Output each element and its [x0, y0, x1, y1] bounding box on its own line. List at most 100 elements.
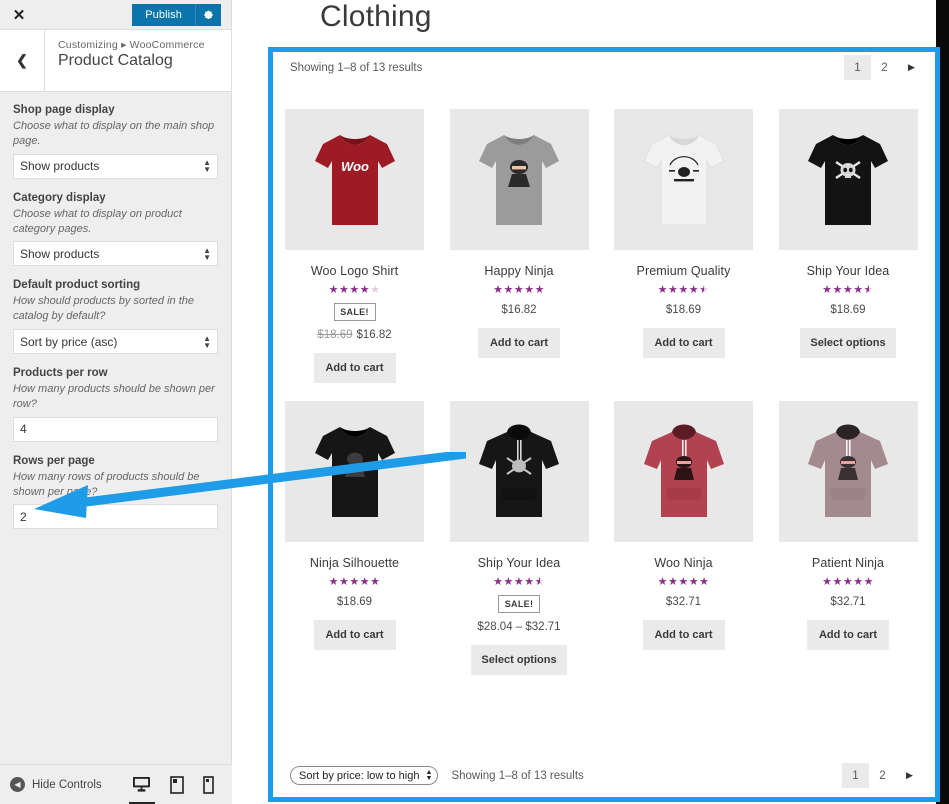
product-image-gray-tshirt-ninja[interactable] [449, 109, 589, 250]
panel-title-group: Customizing ▸ WooCommerce Product Catalo… [45, 30, 205, 91]
product-price: $28.04 – $32.71 [450, 621, 589, 633]
star-filled: ★ [688, 576, 700, 588]
old-price: $18.69 [317, 329, 353, 341]
desktop-glyph [133, 776, 150, 792]
publish-button[interactable]: Publish [132, 3, 195, 26]
product-card[interactable]: Happy Ninja ★★★★★ $16.82 Add to cart [449, 99, 589, 383]
star-filled: ★ [853, 576, 864, 588]
product-card[interactable]: Premium Quality ★★★★★ $18.69 Add to cart [614, 99, 753, 383]
control-shop-page-display: Shop page display Choose what to display… [13, 104, 218, 179]
product-card[interactable]: Ship Your Idea ★★★★★ $18.69 Select optio… [778, 99, 918, 383]
white-tshirt-glyph [642, 133, 725, 225]
sort-by-select[interactable]: Sort by price: low to high ▲ ▼ [290, 766, 439, 785]
hide-controls-button[interactable]: ◀ Hide Controls [10, 777, 102, 792]
chevron-left-icon[interactable]: ❮ [0, 30, 45, 91]
star-filled: ★ [822, 284, 833, 296]
star-filled: ★ [699, 576, 710, 588]
star-filled: ★ [832, 576, 843, 588]
add-to-cart-button[interactable]: Add to cart [807, 620, 889, 650]
black-tshirt-glyph [808, 134, 888, 225]
product-card[interactable]: Patient Ninja ★★★★★ $32.71 Add to cart [778, 391, 918, 675]
star-filled: ★ [678, 284, 689, 296]
product-image-white-tshirt-woothemes[interactable] [614, 109, 753, 250]
control-category-display: Category display Choose what to display … [13, 192, 218, 267]
current-price: $28.04 – $32.71 [477, 621, 561, 633]
rating-stars: ★★★★★ [614, 576, 753, 588]
panel-header: ❮ Customizing ▸ WooCommerce Product Cata… [0, 30, 231, 92]
close-icon[interactable]: ✕ [0, 0, 38, 29]
product-name: Happy Ninja [484, 264, 554, 278]
star-filled: ★ [863, 576, 874, 588]
current-price: $32.71 [665, 596, 702, 608]
star-filled: ★ [524, 284, 535, 296]
control-default-product-sorting: Default product sorting How should produ… [13, 279, 218, 355]
device-preview-group [132, 775, 224, 794]
add-to-cart-button[interactable]: Add to cart [313, 353, 396, 383]
star-filled: ★ [667, 576, 679, 588]
desktop-icon[interactable] [132, 776, 151, 793]
rating-stars: ★★★★★ [614, 284, 753, 296]
product-image-red-tshirt-woo-logo[interactable]: Woo [285, 109, 424, 250]
mobile-icon[interactable] [203, 775, 214, 794]
products-per-row-input[interactable] [13, 416, 218, 442]
page-2-button[interactable]: 2 [871, 55, 898, 80]
add-to-cart-button[interactable]: Add to cart [313, 620, 396, 650]
star-half: ★ [863, 284, 874, 296]
product-card[interactable]: Ship Your Idea ★★★★★ SALE! $28.04 – $32.… [449, 391, 589, 675]
page-1-button[interactable]: 1 [844, 55, 871, 80]
next-arrow-icon[interactable]: ▶ [898, 55, 925, 80]
current-price: $32.71 [830, 596, 866, 608]
current-price: $18.69 [830, 304, 866, 316]
star-filled: ★ [370, 576, 381, 588]
star-filled: ★ [534, 284, 545, 296]
add-to-cart-button[interactable]: Add to cart [642, 620, 725, 650]
control-description: Choose what to display on product catego… [13, 207, 182, 235]
product-image-black-tshirt-skull[interactable] [778, 109, 918, 250]
category-display-select[interactable]: Show products ▲ ▼ [13, 241, 218, 267]
control-label: Products per row [13, 367, 108, 380]
product-image-mauve-hoodie-ninja[interactable] [778, 401, 918, 542]
shop-page-display-select[interactable]: Show products ▲ ▼ [13, 153, 218, 179]
star-filled: ★ [853, 284, 864, 296]
star-filled: ★ [842, 284, 854, 296]
product-image-red-hoodie-ninja[interactable] [614, 401, 753, 542]
star-half: ★ [699, 284, 710, 296]
star-filled: ★ [513, 284, 525, 296]
current-price: $18.69 [665, 304, 702, 316]
product-card[interactable]: Woo Woo Logo Shirt ★★★★★ SALE! $18.69 $16… [285, 99, 424, 383]
add-to-cart-button[interactable]: Add to cart [478, 328, 560, 358]
product-price: $18.69 [614, 304, 753, 316]
next-arrow-icon[interactable]: ▶ [896, 763, 923, 788]
star-filled: ★ [493, 576, 504, 588]
current-price: $16.82 [501, 304, 537, 316]
product-image-black-tshirt-ninja[interactable] [285, 401, 424, 542]
default-product-sorting-select[interactable]: Sort by price (asc) ▲ ▼ [13, 329, 218, 355]
rating-stars: ★★★★★ [450, 284, 589, 296]
select-options-button[interactable]: Select options [471, 645, 567, 675]
page-1-button[interactable]: 1 [842, 763, 869, 788]
red-tshirt-glyph: Woo [314, 134, 395, 225]
star-filled: ★ [688, 284, 700, 296]
rows-per-page-input[interactable] [13, 504, 218, 530]
control-description: How many products should be shown per ro… [13, 383, 215, 410]
control-description: Choose what to display on the main shop … [13, 120, 215, 147]
product-card[interactable]: Ninja Silhouette ★★★★★ $18.69 Add to car… [285, 391, 424, 675]
product-card[interactable]: Woo Ninja ★★★★★ $32.71 Add to cart [614, 391, 753, 675]
page-2-button[interactable]: 2 [869, 763, 896, 788]
star-filled: ★ [503, 576, 514, 588]
product-image-black-hoodie-skull[interactable] [449, 401, 589, 542]
gear-glyph [204, 10, 213, 19]
add-to-cart-button[interactable]: Add to cart [642, 328, 725, 358]
tablet-glyph [170, 775, 184, 794]
gear-icon[interactable] [195, 3, 221, 26]
star-filled: ★ [513, 576, 525, 588]
breadcrumb: Customizing ▸ WooCommerce [58, 39, 205, 51]
star-filled: ★ [338, 284, 350, 296]
product-price: $18.69 [285, 596, 424, 608]
star-filled: ★ [667, 284, 679, 296]
control-label: Category display [13, 191, 106, 204]
results-count-top: Showing 1–8 of 13 results [290, 62, 423, 74]
ninja-graphic [838, 455, 858, 480]
select-options-button[interactable]: Select options [800, 328, 896, 358]
tablet-icon[interactable] [170, 775, 184, 794]
